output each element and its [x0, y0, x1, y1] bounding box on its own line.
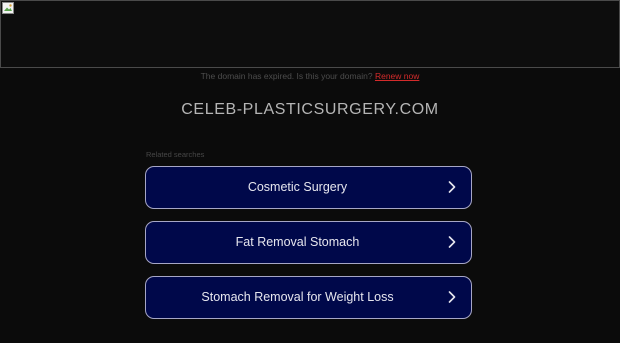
related-search-label: Stomach Removal for Weight Loss: [201, 290, 394, 304]
related-search-label: Cosmetic Surgery: [247, 180, 348, 194]
related-search-link-stomach-removal[interactable]: Stomach Removal for Weight Loss: [145, 276, 472, 319]
chevron-right-icon: [448, 236, 456, 248]
expired-notice-text: The domain has expired. Is this your dom…: [200, 71, 373, 81]
domain-title: CELEB-PLASTICSURGERY.COM: [181, 101, 439, 118]
banner-image[interactable]: [0, 0, 620, 68]
expired-notice: The domain has expired. Is this your dom…: [0, 71, 620, 81]
chevron-right-icon: [448, 181, 456, 193]
chevron-right-icon: [448, 291, 456, 303]
related-searches-label: Related searches: [146, 150, 205, 159]
renew-now-link[interactable]: Renew now: [375, 71, 419, 81]
related-search-link-fat-removal-stomach[interactable]: Fat Removal Stomach: [145, 221, 472, 264]
broken-image-icon: [2, 2, 14, 14]
related-search-label: Fat Removal Stomach: [235, 235, 360, 249]
related-search-link-cosmetic-surgery[interactable]: Cosmetic Surgery: [145, 166, 472, 209]
